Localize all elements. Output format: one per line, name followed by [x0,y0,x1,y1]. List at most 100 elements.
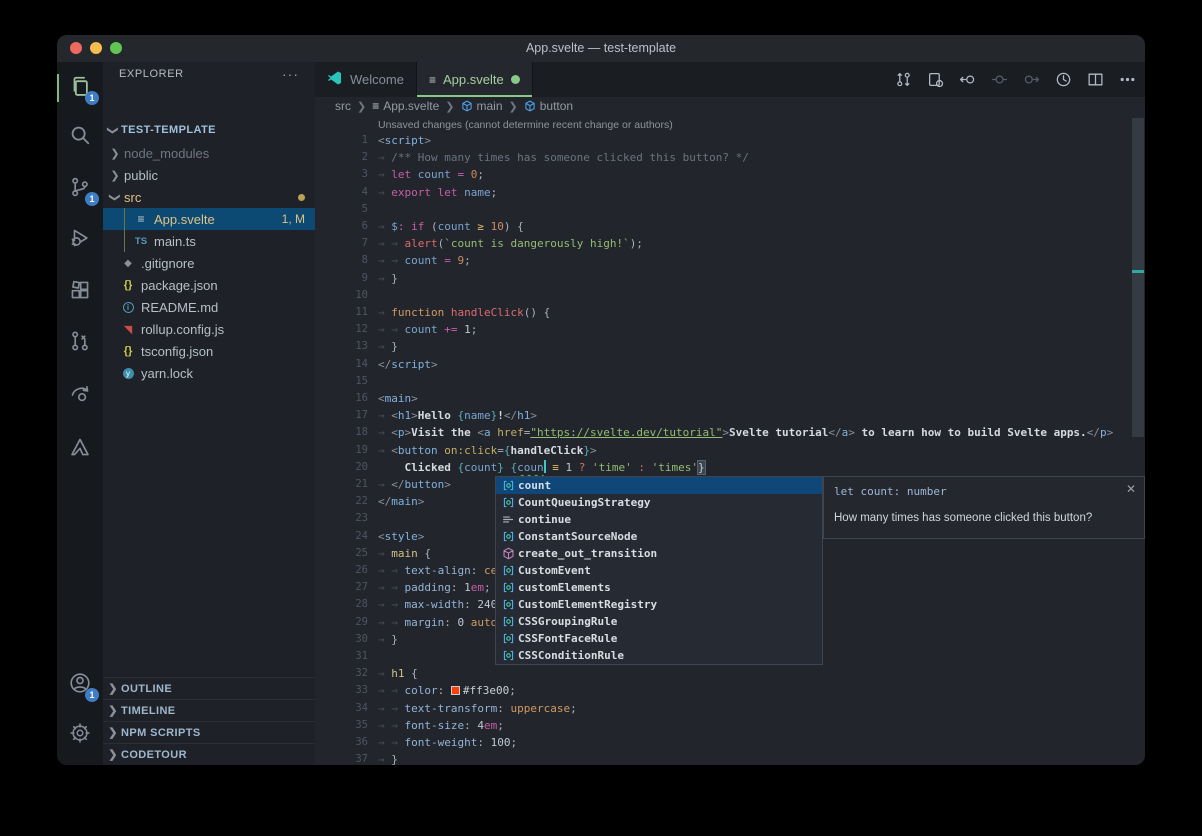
explorer-more-actions-button[interactable]: ··· [282,66,299,82]
section-label: CODETOUR [121,749,187,761]
tree-file-main.ts[interactable]: TSmain.ts [103,230,315,252]
breadcrumb-item-main[interactable]: main [461,99,503,113]
suggestion-customElements[interactable]: customElements [496,579,822,596]
line-number: 11 [315,304,368,321]
symbol-icon [524,100,536,112]
azure-icon [69,436,91,463]
suggestion-label: CountQueuingStrategy [518,496,650,509]
open-changes-icon[interactable] [924,68,947,91]
tree-folder-node_modules[interactable]: ❯node_modules [103,142,315,164]
breadcrumb-item-src[interactable]: src [335,99,351,113]
file-tree: ❯node_modules❯public❯src≡App.svelte1, MT… [103,142,315,384]
tree-file-App.svelte[interactable]: ≡App.svelte1, M [103,208,315,230]
tree-file-.gitignore[interactable]: ◆.gitignore [103,252,315,274]
suggestion-description: How many times has someone clicked this … [824,498,1144,524]
gear-icon [69,722,91,749]
line-number: 19 [315,442,368,459]
activity-bar-azure[interactable] [57,433,103,465]
split-editor-icon[interactable] [1084,68,1107,91]
activity-bar-search[interactable] [57,121,103,153]
code-line-32: 32→ h1 { [315,665,1145,682]
suggestion-continue[interactable]: continue [496,511,822,528]
tree-file-README.md[interactable]: iREADME.md [103,296,315,318]
suggestion-label: create_out_transition [518,547,657,560]
title-bar: App.svelte — test-template [57,35,1145,62]
next-change-icon[interactable] [1020,68,1043,91]
sidebar-section-codetour[interactable]: ❯CODETOUR [103,743,315,765]
variable-icon [499,581,518,594]
sidebar-section-timeline[interactable]: ❯TIMELINE [103,699,315,721]
line-number: 12 [315,321,368,338]
editor-scrollbar[interactable] [1132,118,1144,437]
info-icon: i [120,302,136,313]
badge: 1 [85,192,99,206]
activity-bar-live-share[interactable] [57,379,103,411]
gitlens-compare-icon[interactable] [892,68,915,91]
lightbulb-icon[interactable] [378,461,389,474]
previous-change-icon[interactable] [956,68,979,91]
activity-bar-settings[interactable] [57,719,103,751]
activity-bar-run-debug[interactable] [57,224,103,256]
line-number: 20 [315,459,368,476]
breadcrumb[interactable]: src❯≡App.svelte❯main❯button [315,97,1145,115]
file-history-icon[interactable] [1052,68,1075,91]
activity-bar-extensions[interactable] [57,276,103,308]
code-line-36: 36→ → font-weight: 100; [315,734,1145,751]
tree-file-yarn.lock[interactable]: yyarn.lock [103,362,315,384]
line-number: 30 [315,631,368,648]
change-indicator-icon[interactable] [988,68,1011,91]
sidebar-section-outline[interactable]: ❯OUTLINE [103,677,315,699]
code-editor[interactable]: Unsaved changes (cannot determine recent… [315,115,1145,765]
line-number: 5 [315,201,368,218]
window-title: App.svelte — test-template [57,35,1145,62]
suggestion-ConstantSourceNode[interactable]: ConstantSourceNode [496,528,822,545]
close-icon[interactable]: ✕ [1126,482,1136,496]
tab-app-svelte[interactable]: ≡App.svelte [417,62,533,97]
code-line-37: 37→ } [315,751,1145,765]
tree-folder-public[interactable]: ❯public [103,164,315,186]
suggestion-CSSFontFaceRule[interactable]: CSSFontFaceRule [496,630,822,647]
section-label: OUTLINE [121,683,172,695]
line-number: 34 [315,700,368,717]
code-line-4: 4→ export let name; [315,184,1145,201]
json-icon: {} [120,345,136,357]
tree-file-tsconfig.json[interactable]: {}tsconfig.json [103,340,315,362]
code-line-34: 34→ → text-transform: uppercase; [315,700,1145,717]
tree-folder-src[interactable]: ❯src [103,186,315,208]
breadcrumb-item-app-svelte[interactable]: ≡App.svelte [372,99,439,113]
suggestion-label: CSSFontFaceRule [518,632,617,645]
color-swatch[interactable] [451,686,460,695]
suggestion-label: CSSConditionRule [518,649,624,662]
project-root-row[interactable]: ❯ TEST-TEMPLATE [103,120,315,140]
line-number: 14 [315,356,368,373]
section-label: NPM SCRIPTS [121,727,201,739]
project-name: TEST-TEMPLATE [121,124,216,136]
suggestion-CountQueuingStrategy[interactable]: CountQueuingStrategy [496,494,822,511]
variable-icon [499,496,518,509]
suggestion-count[interactable]: count [496,477,822,494]
sidebar-section-npm-scripts[interactable]: ❯NPM SCRIPTS [103,721,315,743]
activity-bar-github-pull-requests[interactable] [57,327,103,359]
code-line-5: 5 [315,201,1145,218]
overview-ruler-cursor-mark [1132,270,1144,273]
tree-file-package.json[interactable]: {}package.json [103,274,315,296]
line-number: 21 [315,476,368,493]
activity-bar-accounts[interactable]: 1 [57,669,103,701]
suggestion-create_out_transition[interactable]: create_out_transition [496,545,822,562]
activity-bar-source-control[interactable]: 1 [57,173,103,205]
more-actions-icon[interactable] [1116,68,1139,91]
breadcrumb-item-button[interactable]: button [524,99,573,113]
chevron-right-icon: ❯ [107,704,119,717]
suggestion-CustomEvent[interactable]: CustomEvent [496,562,822,579]
suggestion-CustomElementRegistry[interactable]: CustomElementRegistry [496,596,822,613]
line-number: 1 [315,132,368,149]
tab-welcome[interactable]: Welcome [315,62,417,97]
activity-bar-explorer[interactable]: 1 [57,72,103,104]
modified-dot [298,194,305,201]
suggestion-CSSConditionRule[interactable]: CSSConditionRule [496,647,822,664]
explorer-sidebar: EXPLORER ··· ❯ TEST-TEMPLATE ❯node_modul… [103,62,315,765]
line-number: 2 [315,149,368,166]
tree-file-rollup.config.js[interactable]: ◥rollup.config.js [103,318,315,340]
line-number: 37 [315,751,368,765]
suggestion-CSSGroupingRule[interactable]: CSSGroupingRule [496,613,822,630]
